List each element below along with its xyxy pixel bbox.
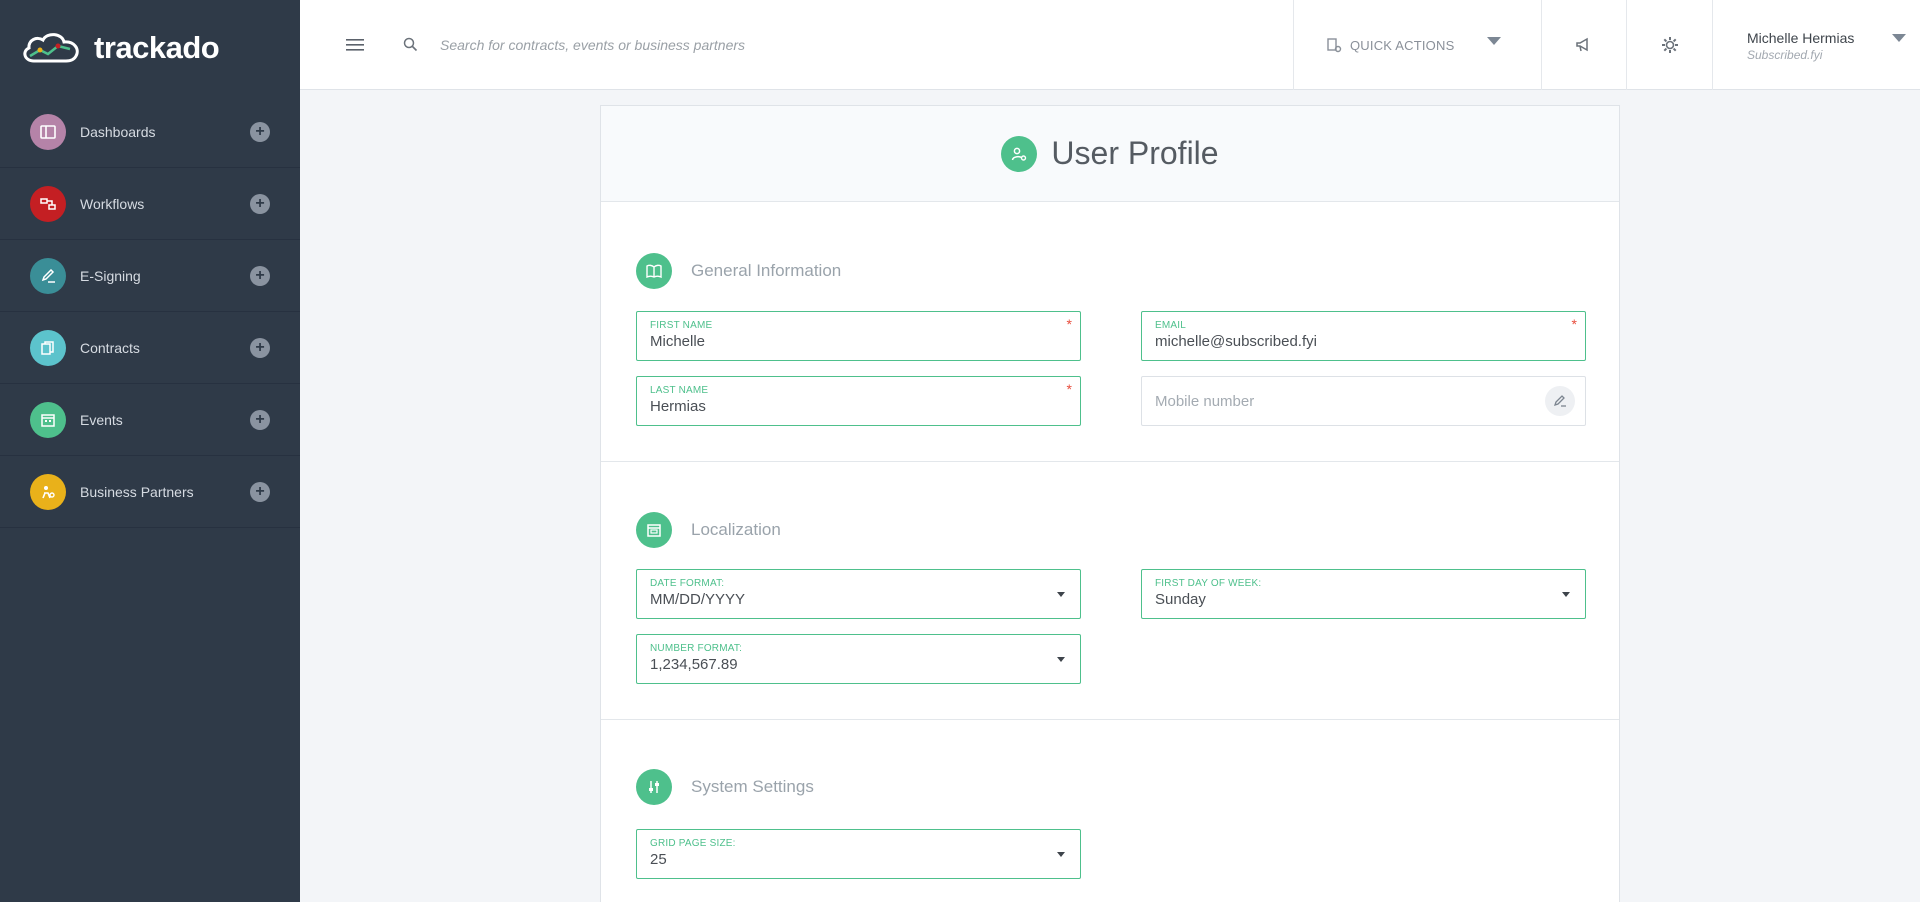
section-title: System Settings: [691, 777, 814, 796]
caret-down-icon: [1562, 592, 1570, 597]
field-label: FIRST DAY OF WEEK:: [1155, 578, 1262, 589]
field-value: Hermias: [650, 398, 706, 415]
sidebar-item-business-partners[interactable]: Business Partners +: [0, 456, 300, 528]
field-label: DATE FORMAT:: [650, 578, 725, 589]
section-header: Localization: [636, 512, 781, 548]
settings-button[interactable]: [1626, 0, 1712, 90]
first-day-of-week-select[interactable]: FIRST DAY OF WEEK: Sunday: [1141, 569, 1586, 619]
first-name-field[interactable]: FIRST NAME Michelle *: [636, 311, 1081, 361]
add-dashboard-button[interactable]: +: [250, 121, 270, 142]
last-name-field[interactable]: LAST NAME Hermias *: [636, 376, 1081, 426]
general-information-section: General Information FIRST NAME Michelle …: [601, 202, 1619, 462]
sidebar-item-contracts[interactable]: Contracts +: [0, 312, 300, 384]
field-label: FIRST NAME: [650, 320, 713, 331]
mobile-number-field[interactable]: Mobile number: [1141, 376, 1586, 426]
logo[interactable]: trackado: [0, 0, 300, 96]
field-label: LAST NAME: [650, 385, 709, 396]
top-bar: QUICK ACTIONS Michelle Hermias Subscribe…: [300, 0, 1920, 90]
required-mark: *: [1066, 381, 1072, 397]
calendar-icon: [636, 512, 672, 548]
search-input[interactable]: [440, 36, 1240, 53]
sidebar-item-dashboards[interactable]: Dashboards +: [0, 96, 300, 168]
date-format-select[interactable]: DATE FORMAT: MM/DD/YYYY: [636, 569, 1081, 619]
email-field[interactable]: EMAIL michelle@subscribed.fyi *: [1141, 311, 1586, 361]
grid-page-size-select[interactable]: GRID PAGE SIZE: 25: [636, 829, 1081, 879]
logo-text: trackado: [94, 30, 220, 65]
system-settings-section: System Settings GRID PAGE SIZE: 25: [601, 720, 1619, 902]
caret-down-icon: [1057, 592, 1065, 597]
add-workflow-button[interactable]: +: [250, 193, 270, 214]
field-label: GRID PAGE SIZE:: [650, 838, 736, 849]
dashboard-icon: [30, 113, 66, 150]
add-business-partner-button[interactable]: +: [250, 481, 270, 502]
quick-actions-icon: [1327, 38, 1342, 53]
announcements-button[interactable]: [1541, 0, 1626, 90]
caret-down-icon: [1057, 657, 1065, 662]
quick-actions-label: QUICK ACTIONS: [1350, 37, 1455, 53]
required-mark: *: [1571, 316, 1577, 332]
sidebar-item-events[interactable]: Events +: [0, 384, 300, 456]
sidebar-item-label: E-Signing: [80, 267, 141, 284]
user-menu[interactable]: Michelle Hermias Subscribed.fyi: [1712, 0, 1920, 90]
add-event-button[interactable]: +: [250, 409, 270, 430]
search-icon[interactable]: [390, 37, 430, 52]
chevron-down-icon: [1892, 34, 1906, 42]
field-value: 25: [650, 851, 667, 868]
section-title: Localization: [691, 520, 781, 539]
contracts-icon: [30, 329, 66, 366]
field-value: michelle@subscribed.fyi: [1155, 333, 1317, 350]
megaphone-icon: [1576, 37, 1588, 52]
section-header: General Information: [636, 253, 841, 289]
section-header: System Settings: [636, 769, 814, 805]
caret-down-icon: [1057, 852, 1065, 857]
add-e-signing-button[interactable]: +: [250, 265, 270, 286]
workflow-icon: [30, 185, 66, 222]
add-contract-button[interactable]: +: [250, 337, 270, 358]
partners-icon: [30, 473, 66, 510]
pencil-icon: [1553, 395, 1566, 407]
sidebar: trackado Dashboards + Workflows + E-Sign…: [0, 0, 300, 902]
field-value: MM/DD/YYYY: [650, 591, 746, 608]
sidebar-item-workflows[interactable]: Workflows +: [0, 168, 300, 240]
user-profile-card: User Profile General Information FIRST N…: [600, 105, 1620, 902]
localization-section: Localization DATE FORMAT: MM/DD/YYYY FIR…: [601, 462, 1619, 720]
field-label: EMAIL: [1155, 320, 1187, 331]
page-title: User Profile: [1051, 135, 1219, 171]
field-value: Sunday: [1155, 591, 1206, 608]
pen-icon: [30, 257, 66, 294]
cloud-logo-icon: [23, 33, 79, 63]
book-icon: [636, 253, 672, 289]
sidebar-item-label: Dashboards: [80, 123, 156, 140]
required-mark: *: [1066, 316, 1072, 332]
card-header: User Profile: [601, 106, 1619, 202]
menu-toggle-button[interactable]: [320, 38, 390, 52]
sidebar-item-e-signing[interactable]: E-Signing +: [0, 240, 300, 312]
sidebar-item-label: Business Partners: [80, 483, 194, 500]
gear-icon: [1661, 37, 1678, 53]
hamburger-icon: [346, 38, 364, 51]
sidebar-item-label: Events: [80, 411, 123, 428]
sliders-icon: [636, 769, 672, 805]
sidebar-item-label: Contracts: [80, 339, 140, 356]
sidebar-item-label: Workflows: [80, 195, 145, 212]
user-subtitle: Subscribed.fyi: [1747, 48, 1823, 62]
section-title: General Information: [691, 261, 842, 280]
mobile-number-placeholder: Mobile number: [1155, 392, 1255, 410]
user-settings-icon: [1001, 135, 1038, 172]
field-value: Michelle: [650, 333, 706, 350]
field-value: 1,234,567.89: [650, 656, 738, 673]
edit-mobile-button[interactable]: [1545, 386, 1575, 416]
chevron-down-icon: [1487, 37, 1501, 45]
calendar-icon: [30, 401, 66, 438]
quick-actions-dropdown[interactable]: QUICK ACTIONS: [1293, 0, 1541, 90]
number-format-select[interactable]: NUMBER FORMAT: 1,234,567.89: [636, 634, 1081, 684]
field-label: NUMBER FORMAT:: [650, 643, 743, 654]
